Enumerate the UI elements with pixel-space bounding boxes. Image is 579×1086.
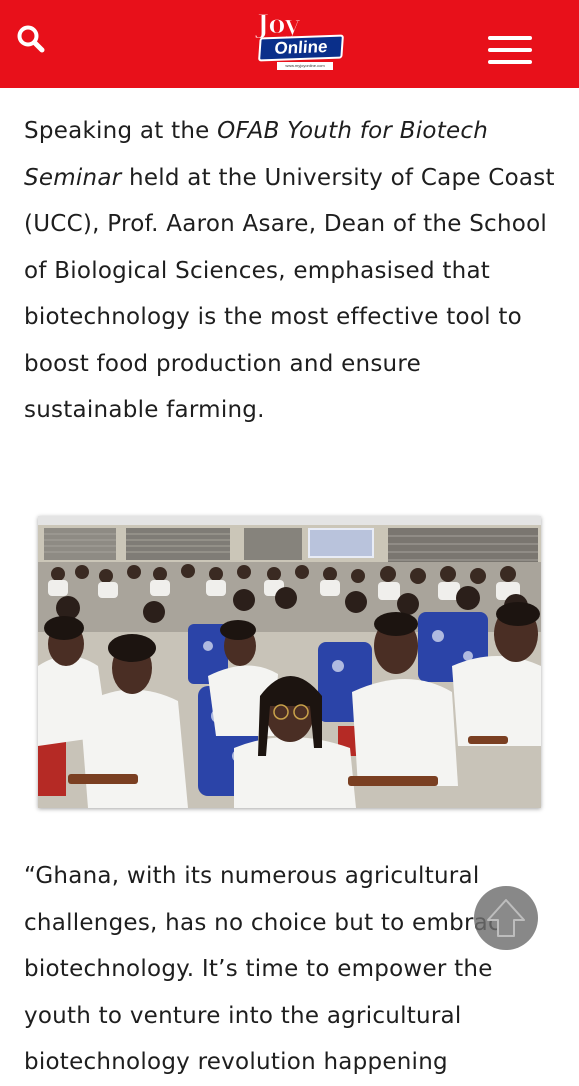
- site-header: Joy Online www.myjoyonline.com: [0, 0, 579, 88]
- arrow-up-icon: [487, 899, 525, 937]
- menu-button[interactable]: [486, 34, 534, 70]
- seminar-photo[interactable]: [38, 516, 541, 808]
- article-paragraph: Speaking at the OFAB Youth for Biotech S…: [24, 108, 559, 434]
- scroll-to-top-button[interactable]: [474, 886, 538, 950]
- search-button[interactable]: [14, 22, 50, 58]
- seminar-photo-image: [38, 516, 541, 808]
- logo-tagline: www.myjoyonline.com: [277, 62, 333, 70]
- site-logo[interactable]: Joy Online www.myjoyonline.com: [253, 9, 349, 72]
- paragraph-text: Speaking at the: [24, 118, 218, 144]
- paragraph-text: held at the University of Cape Coast (UC…: [24, 164, 555, 424]
- hamburger-menu-icon-bar: [488, 60, 532, 64]
- search-icon: [17, 25, 45, 53]
- hamburger-menu-icon: [488, 36, 532, 40]
- article-body: Speaking at the OFAB Youth for Biotech S…: [24, 108, 559, 434]
- logo-word-online: Online: [258, 34, 344, 62]
- hamburger-menu-icon-bar: [488, 48, 532, 52]
